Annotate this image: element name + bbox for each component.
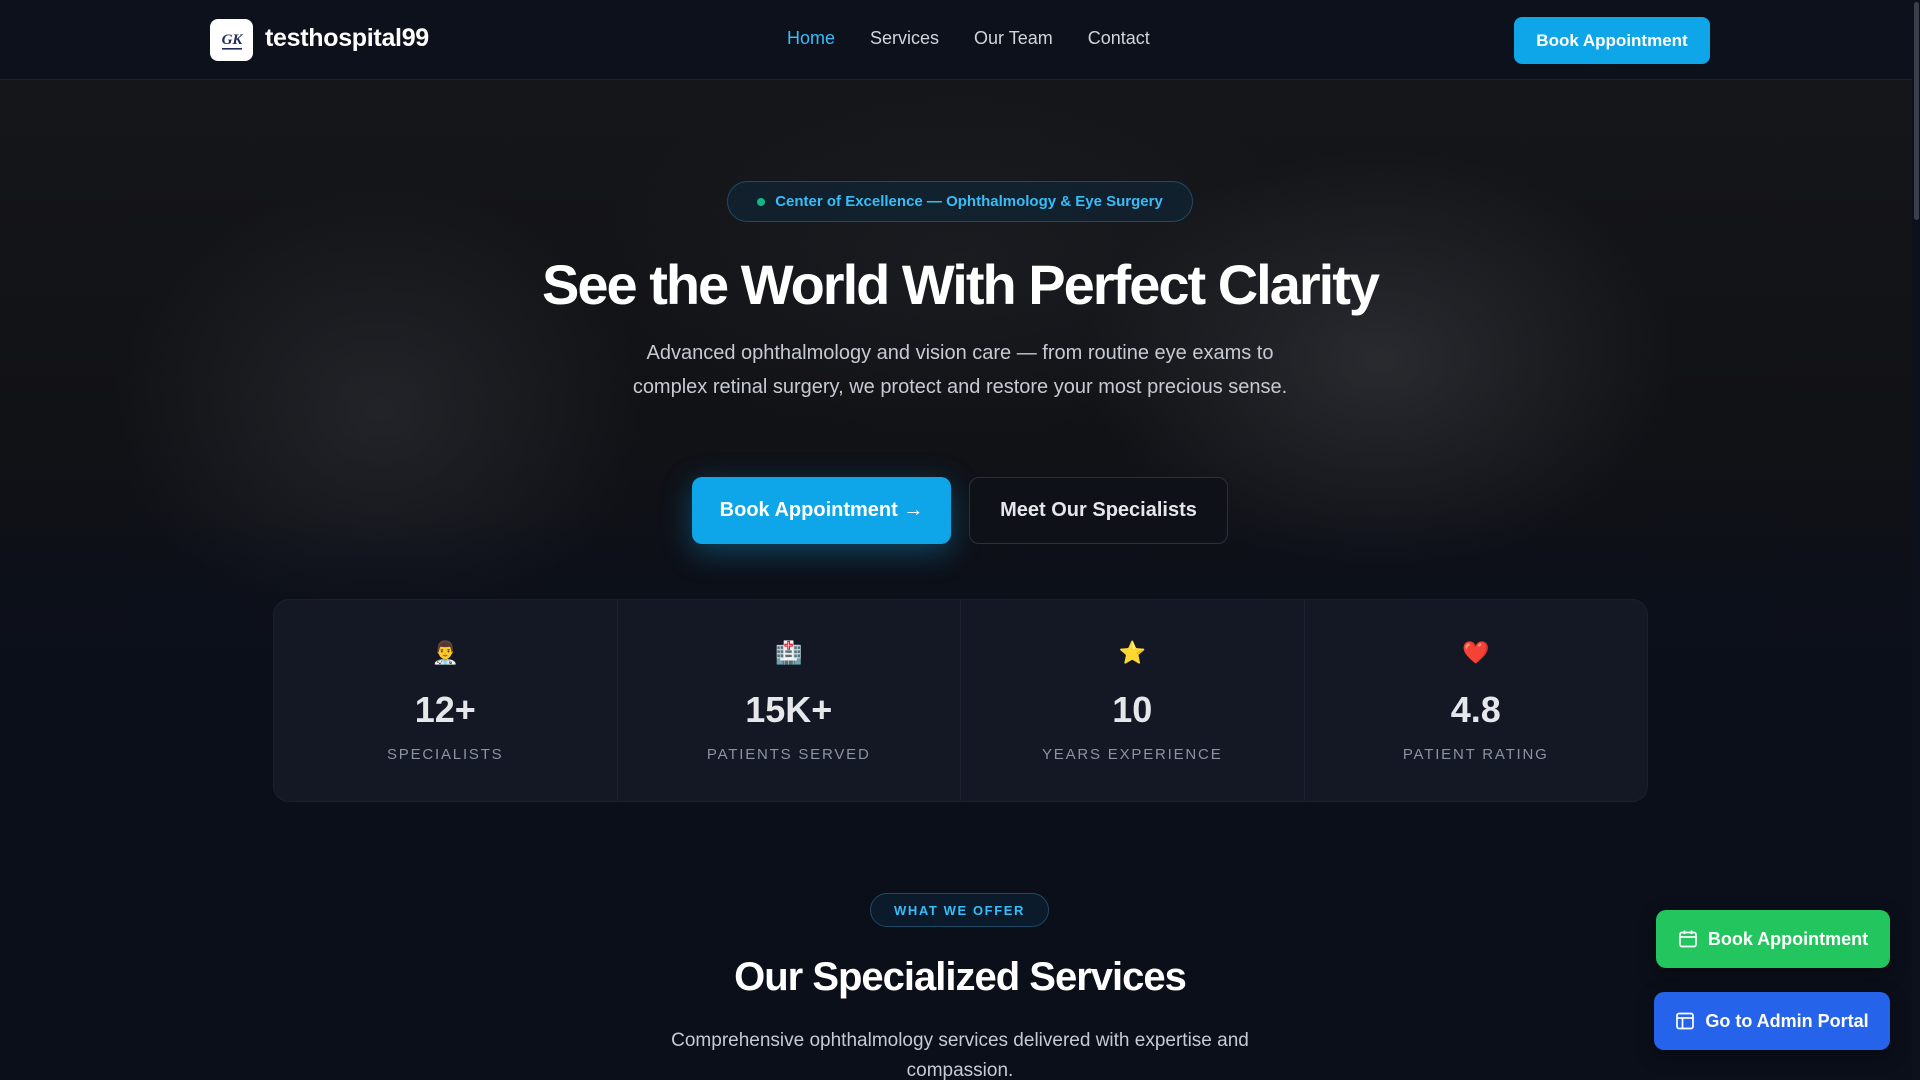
stat-label: PATIENT RATING — [1402, 746, 1549, 763]
stat-label: SPECIALISTS — [386, 746, 504, 763]
scrollbar-thumb[interactable] — [1914, 2, 1919, 220]
status-dot-icon — [757, 197, 766, 206]
hero-badge-text: Center of Excellence — Ophthalmology & E… — [775, 193, 1163, 210]
site-header: GK testhospital99 Home Services Our Team… — [0, 0, 1920, 80]
stat-label: YEARS EXPERIENCE — [1041, 746, 1223, 763]
star-icon: ⭐ — [1118, 640, 1146, 665]
brand-name[interactable]: testhospital99 — [265, 24, 429, 53]
stat-value: 10 — [1112, 689, 1153, 730]
layout-icon — [1676, 1012, 1695, 1030]
doctor-icon: 👨‍⚕️ — [431, 640, 459, 665]
admin-portal-label: Go to Admin Portal — [1705, 1010, 1869, 1031]
header-book-appointment-button[interactable]: Book Appointment — [1514, 17, 1710, 64]
logo-icon: GK — [221, 32, 243, 50]
services-title: Our Specialized Services — [734, 955, 1187, 999]
floating-book-label: Book Appointment — [1707, 928, 1869, 949]
stats-panel: 👨‍⚕️ 12+ SPECIALISTS 🏥 15K+ PATIENTS SER… — [273, 599, 1648, 802]
admin-portal-button[interactable]: Go to Admin Portal — [1654, 992, 1890, 1050]
stat-label: PATIENTS SERVED — [706, 746, 871, 763]
svg-text:GK: GK — [221, 32, 243, 48]
stat-years-experience: ⭐ 10 YEARS EXPERIENCE — [961, 600, 1305, 801]
stat-value: 4.8 — [1450, 689, 1501, 730]
hero-subtitle: Advanced ophthalmology and vision care —… — [632, 342, 1288, 398]
hero-title: See the World With Perfect Clarity — [542, 253, 1380, 316]
nav-services[interactable]: Services — [870, 28, 939, 49]
calendar-icon — [1678, 930, 1697, 948]
page-scrollbar[interactable] — [1912, 0, 1920, 1080]
stat-patient-rating: ❤️ 4.8 PATIENT RATING — [1305, 600, 1648, 801]
stat-patients-served: 🏥 15K+ PATIENTS SERVED — [618, 600, 961, 801]
services-subtitle: Comprehensive ophthalmology services del… — [671, 1030, 1249, 1080]
main-nav: Home Services Our Team Contact — [787, 28, 1185, 49]
nav-home[interactable]: Home — [787, 28, 835, 49]
hospital-icon: 🏥 — [775, 640, 803, 665]
heart-icon: ❤️ — [1462, 640, 1490, 665]
hero-book-appointment-button[interactable]: Book Appointment → — [692, 477, 951, 544]
hero-badge: Center of Excellence — Ophthalmology & E… — [727, 181, 1193, 222]
section-eyebrow: WHAT WE OFFER — [870, 893, 1049, 927]
nav-our-team[interactable]: Our Team — [974, 28, 1053, 49]
nav-contact[interactable]: Contact — [1088, 28, 1150, 49]
floating-book-appointment-button[interactable]: Book Appointment — [1656, 910, 1890, 968]
stat-specialists: 👨‍⚕️ 12+ SPECIALISTS — [274, 600, 618, 801]
stat-value: 15K+ — [745, 689, 833, 730]
hospital-logo[interactable]: GK — [210, 19, 253, 61]
stat-value: 12+ — [414, 689, 476, 730]
meet-specialists-button[interactable]: Meet Our Specialists — [969, 477, 1228, 544]
